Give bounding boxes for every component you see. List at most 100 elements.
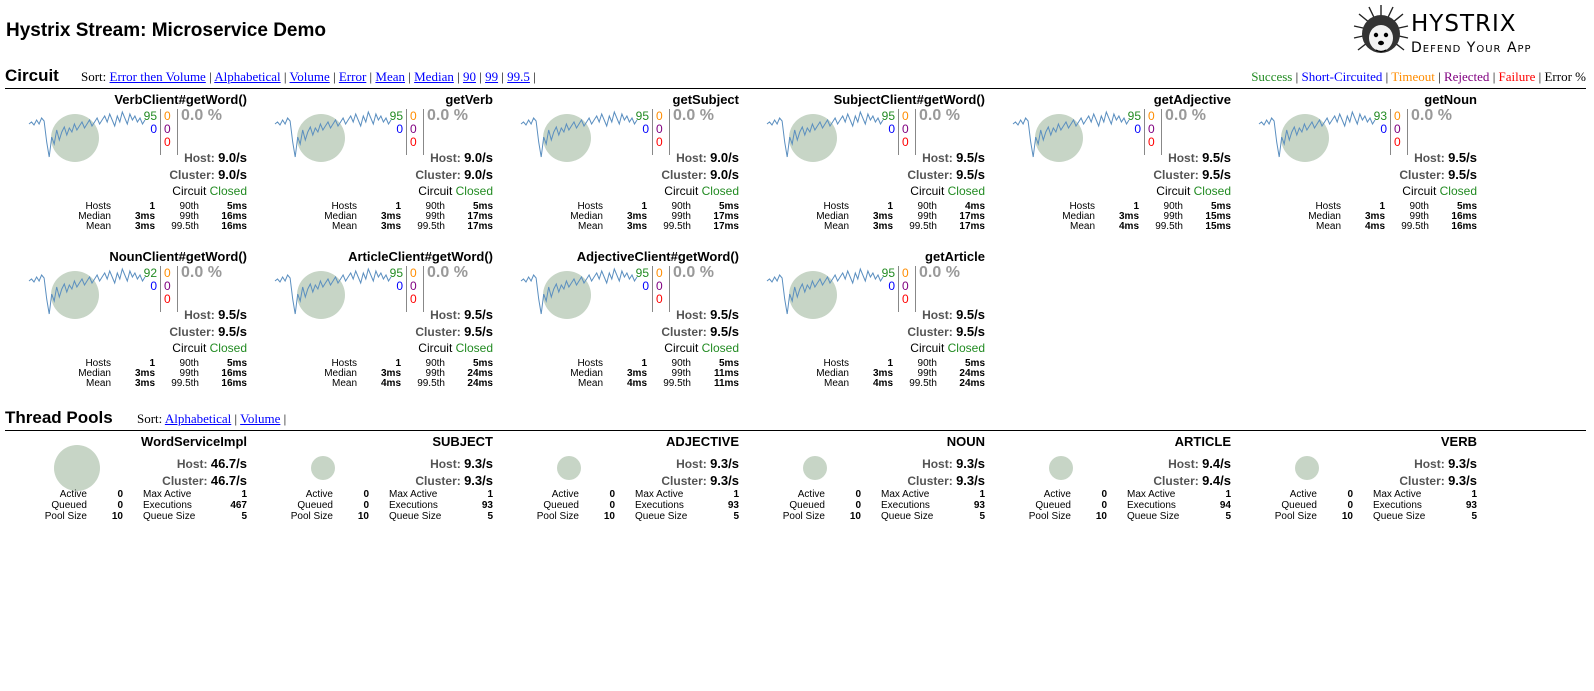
rejected-count: 0 bbox=[902, 122, 909, 136]
health-circle bbox=[297, 114, 345, 162]
circuit-name: getSubject bbox=[672, 92, 739, 107]
pool-health-circle bbox=[311, 456, 335, 480]
thread-pool-name: VERB bbox=[1440, 434, 1477, 449]
count-divider bbox=[406, 109, 407, 155]
stat-value: 1 bbox=[241, 489, 247, 500]
cluster-rate: Cluster: 9.5/s bbox=[1399, 167, 1477, 182]
host-rate-value: 46.7/s bbox=[210, 456, 247, 471]
stat-value: 4ms bbox=[380, 378, 401, 389]
host-rate-value: 9.3/s bbox=[1448, 456, 1477, 471]
host-label: Host: bbox=[676, 457, 707, 471]
host-label: Host: bbox=[430, 308, 461, 322]
host-rate: Host: 9.3/s bbox=[922, 456, 985, 471]
stat-value: 93 bbox=[973, 500, 985, 511]
success-count: 95 bbox=[1127, 109, 1141, 123]
stat-label: Queued bbox=[51, 500, 87, 511]
cluster-rate: Cluster: 46.7/s bbox=[162, 473, 247, 488]
count-divider bbox=[423, 266, 424, 312]
health-circle bbox=[297, 271, 345, 319]
stat-value: 17ms bbox=[959, 221, 985, 232]
count-divider bbox=[898, 266, 899, 312]
cluster-label: Cluster: bbox=[415, 325, 461, 339]
stat-label: Queue Size bbox=[143, 511, 196, 522]
sort-link[interactable]: Alphabetical bbox=[165, 411, 231, 426]
stat-label: Executions bbox=[881, 500, 930, 511]
rejected-count: 0 bbox=[656, 122, 663, 136]
stat-value: 4ms bbox=[872, 378, 893, 389]
stat-value: 5 bbox=[241, 511, 247, 522]
error-percentage: 0.0 % bbox=[673, 264, 714, 281]
host-rate: Host: 9.0/s bbox=[676, 150, 739, 165]
circuit-card: AdjectiveClient#getWord() 95 0 0 0 0 0.0 % Host… bbox=[497, 249, 739, 401]
cluster-rate-value: 9.3/s bbox=[464, 473, 493, 488]
success-count: 95 bbox=[635, 266, 649, 280]
timeout-count: 0 bbox=[902, 109, 909, 123]
stat-label: 99.5th bbox=[171, 221, 199, 232]
sort-link[interactable]: Alphabetical bbox=[214, 69, 280, 84]
sort-link[interactable]: Mean bbox=[375, 69, 405, 84]
sort-separator: | bbox=[405, 69, 411, 84]
stat-label: 99.5th bbox=[909, 221, 937, 232]
circuit-header: Circuit Sort: Error then Volume | Alphab… bbox=[5, 66, 1586, 89]
timeout-count: 0 bbox=[1394, 109, 1401, 123]
cluster-rate: Cluster: 9.3/s bbox=[1399, 473, 1477, 488]
health-circle bbox=[51, 271, 99, 319]
circuit-counts: 92 0 0 0 0 bbox=[141, 266, 183, 312]
stat-label: Mean bbox=[85, 221, 111, 232]
stat-value: 16ms bbox=[221, 378, 247, 389]
stat-label: 99.5th bbox=[1401, 221, 1429, 232]
stat-label: Queued bbox=[789, 500, 825, 511]
cluster-rate-value: 9.3/s bbox=[1448, 473, 1477, 488]
stat-value: 4ms bbox=[626, 378, 647, 389]
cluster-label: Cluster: bbox=[415, 168, 461, 182]
sort-link[interactable]: Median bbox=[414, 69, 454, 84]
cluster-label: Cluster: bbox=[1399, 474, 1445, 488]
stat-value: 3ms bbox=[872, 221, 893, 232]
cluster-label: Cluster: bbox=[661, 325, 707, 339]
stat-value: 0 bbox=[855, 500, 861, 511]
stat-value: 11ms bbox=[713, 378, 739, 389]
sort-link[interactable]: Volume bbox=[290, 69, 330, 84]
stat-label: Pool Size bbox=[290, 511, 333, 522]
circuit-sparkline bbox=[28, 267, 146, 319]
stat-label: 99.5th bbox=[417, 378, 445, 389]
count-divider bbox=[652, 266, 653, 312]
sort-link[interactable]: 99 bbox=[485, 69, 498, 84]
sort-link[interactable]: Error bbox=[339, 69, 366, 84]
stat-label: Mean bbox=[823, 221, 849, 232]
circuit-label: Circuit bbox=[910, 341, 945, 355]
sort-link[interactable]: 99.5 bbox=[507, 69, 530, 84]
sort-link[interactable]: 90 bbox=[463, 69, 476, 84]
failure-count: 0 bbox=[410, 135, 417, 149]
cluster-rate-value: 9.5/s bbox=[1202, 167, 1231, 182]
pool-health-circle bbox=[54, 445, 100, 491]
host-label: Host: bbox=[1168, 457, 1199, 471]
count-divider bbox=[898, 109, 899, 155]
error-percentage: 0.0 % bbox=[181, 264, 222, 281]
failure-count: 0 bbox=[410, 292, 417, 306]
stat-value: 94 bbox=[1219, 500, 1231, 511]
circuit-name: getAdjective bbox=[1153, 92, 1231, 107]
circuit-card: getNoun 93 0 0 0 0 0.0 % Host: 9.5/s Cluster: 9.… bbox=[1235, 92, 1477, 244]
success-count: 95 bbox=[881, 266, 895, 280]
sort-separator: | bbox=[231, 411, 238, 426]
rejected-count: 0 bbox=[410, 279, 417, 293]
stat-label: Mean bbox=[577, 378, 603, 389]
circuit-card: getArticle 95 0 0 0 0 0.0 % Host: 9.5/s Cluster:… bbox=[743, 249, 985, 401]
thread-pool-card: WordServiceImpl Host: 46.7/s Cluster: 46.7… bbox=[5, 434, 247, 524]
sort-link[interactable]: Volume bbox=[240, 411, 280, 426]
stat-value: 10 bbox=[603, 511, 615, 522]
health-circle bbox=[543, 114, 591, 162]
circuit-status: Circuit Closed bbox=[1156, 184, 1231, 198]
stat-label: Executions bbox=[1373, 500, 1422, 511]
pool-health-circle bbox=[803, 456, 827, 480]
stat-label: Max Active bbox=[1127, 489, 1176, 500]
sort-link[interactable]: Error then Volume bbox=[110, 69, 206, 84]
cluster-rate-value: 9.5/s bbox=[464, 324, 493, 339]
stat-label: 99.5th bbox=[909, 378, 937, 389]
count-divider bbox=[423, 109, 424, 155]
timeout-count: 0 bbox=[902, 266, 909, 280]
circuit-status: Circuit Closed bbox=[664, 341, 739, 355]
failure-count: 0 bbox=[1148, 135, 1155, 149]
host-rate-value: 9.3/s bbox=[464, 456, 493, 471]
